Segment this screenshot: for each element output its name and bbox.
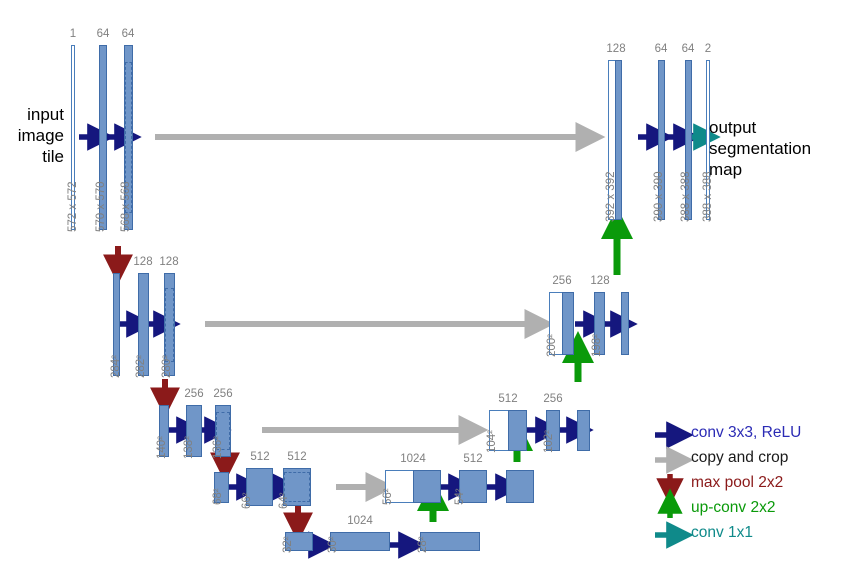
- legend-max-pool-arrow-icon: [656, 474, 684, 506]
- block-l3-d1: [508, 410, 527, 451]
- szlabel-l4-e2: 66²: [241, 492, 253, 509]
- unet-architecture-diagram: 1 572 x 572 64 570 x 570 64 568 x 568 in…: [0, 0, 841, 573]
- szlabel-l1-e1: 572 x 572: [67, 181, 79, 232]
- output-segmentation-map-label: output segmentation map: [709, 118, 812, 179]
- legend-copy-and-crop-arrow-icon: [655, 446, 694, 474]
- block-l2-d3: [621, 292, 629, 355]
- szlabel-l5-e2: 30²: [327, 536, 339, 553]
- block-l2-e3-crop: [165, 288, 174, 362]
- legend-conv-1x1-arrow-icon: [655, 521, 694, 549]
- szlabel-l2-e1: 284²: [110, 354, 122, 378]
- szlabel-l2-e2: 282²: [135, 354, 147, 378]
- chlabel-l4-d2: 512: [463, 453, 483, 465]
- chlabel-l4-d1: 1024: [400, 453, 426, 465]
- chlabel-l5-e2: 1024: [347, 515, 373, 527]
- legend-conv-3x3-arrow-icon: [655, 421, 694, 449]
- chlabel-l2-e3: 128: [159, 256, 179, 268]
- chlabel-l3-e3: 256: [213, 388, 233, 400]
- block-l4-d1: [413, 470, 441, 503]
- chlabel-l3-d1: 512: [498, 393, 518, 405]
- legend-up-conv-arrow-icon: [657, 488, 683, 518]
- legend-label-conv-3x3-relu: conv 3x3, ReLU: [691, 424, 802, 441]
- szlabel-l1-e3: 568 x 568: [120, 181, 132, 232]
- szlabel-l4-d1: 56²: [382, 488, 394, 505]
- block-l5-e2: [330, 532, 390, 551]
- szlabel-l1-d2: 390 x 390: [653, 171, 665, 222]
- szlabel-l2-e3: 280²: [161, 354, 173, 378]
- szlabel-l3-d1: 104²: [486, 429, 498, 453]
- input-image-tile-label: input image tile: [17, 105, 64, 166]
- chlabel-l1-e2: 64: [96, 28, 110, 40]
- block-l5-e3: [420, 532, 480, 551]
- legend-label-up-conv-2x2: up-conv 2x2: [691, 499, 776, 516]
- block-l2-d1: [562, 292, 574, 355]
- szlabel-l3-d2: 102²: [543, 429, 555, 453]
- chlabel-l1-d2: 64: [654, 43, 668, 55]
- chlabel-l2-d2: 128: [590, 275, 610, 287]
- szlabel-l1-d1: 392 x 392: [605, 171, 617, 222]
- legend-label-max-pool-2x2: max pool 2x2: [691, 474, 784, 491]
- chlabel-l4-e3: 512: [287, 451, 307, 463]
- szlabel-l3-e2: 138²: [183, 435, 195, 459]
- szlabel-l4-e1: 68²: [212, 488, 224, 505]
- szlabel-l2-d2: 198²: [591, 333, 603, 357]
- szlabel-l4-e3: 64²: [278, 492, 290, 509]
- szlabel-l1-e2: 570 x 570: [95, 181, 107, 232]
- chlabel-l3-d2: 256: [543, 393, 563, 405]
- chlabel-l1-e1: 1: [69, 28, 77, 40]
- chlabel-l1-d4: 2: [704, 43, 712, 55]
- chlabel-l4-e2: 512: [250, 451, 270, 463]
- szlabel-l1-d3: 388 x 388: [680, 171, 692, 222]
- szlabel-l3-e3: 136²: [212, 435, 224, 459]
- szlabel-l5-e1: 32²: [282, 536, 294, 553]
- chlabel-l1-d1: 128: [606, 43, 626, 55]
- legend-label-copy-and-crop: copy and crop: [691, 449, 789, 466]
- block-l3-d3: [577, 410, 590, 451]
- legend-label-conv-1x1: conv 1x1: [691, 524, 754, 541]
- szlabel-l5-e3: 28²: [417, 536, 429, 553]
- chlabel-l1-e3: 64: [121, 28, 135, 40]
- chlabel-l2-d1: 256: [552, 275, 572, 287]
- szlabel-l2-d1: 200²: [546, 333, 558, 357]
- szlabel-l3-e1: 140²: [156, 435, 168, 459]
- block-l4-d3: [506, 470, 534, 503]
- szlabel-l4-d2: 54²: [454, 488, 466, 505]
